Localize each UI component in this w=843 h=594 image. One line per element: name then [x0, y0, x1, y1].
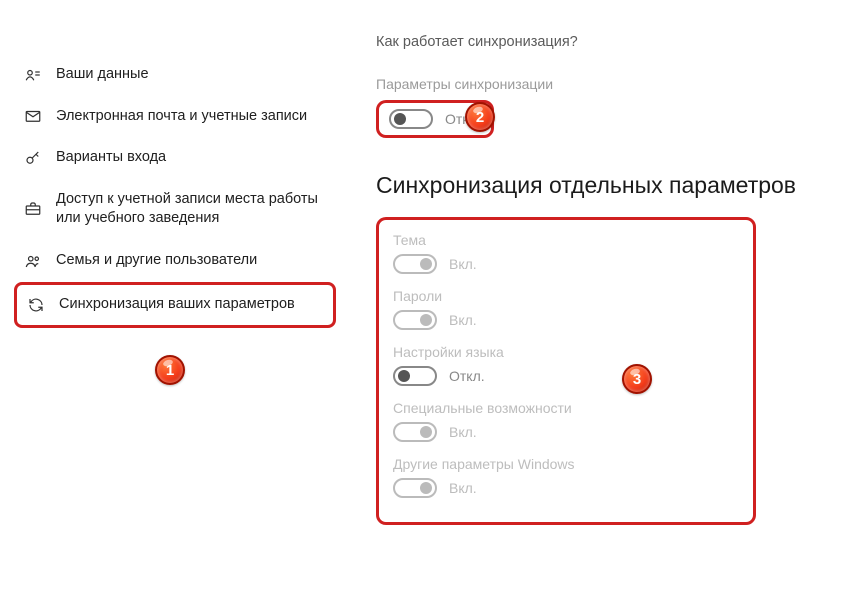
mail-icon — [24, 107, 42, 125]
sidebar-item-label: Семья и другие пользователи — [56, 251, 257, 271]
setting-label: Специальные возможности — [393, 400, 739, 416]
other-windows-state: Вкл. — [449, 480, 477, 496]
sync-icon — [27, 296, 45, 314]
setting-passwords: Пароли Вкл. — [393, 288, 739, 330]
other-windows-toggle[interactable] — [393, 478, 437, 498]
setting-label: Пароли — [393, 288, 739, 304]
how-sync-works-link[interactable]: Как работает синхронизация? — [376, 34, 813, 50]
passwords-state: Вкл. — [449, 312, 477, 328]
sidebar: Ваши данные Электронная почта и учетные … — [10, 14, 340, 580]
setting-ease-of-access: Специальные возможности Вкл. — [393, 400, 739, 442]
ease-of-access-toggle[interactable] — [393, 422, 437, 442]
sidebar-item-email-accounts[interactable]: Электронная почта и учетные записи — [10, 96, 340, 138]
settings-window: Ваши данные Электронная почта и учетные … — [0, 0, 843, 594]
language-state: Откл. — [449, 368, 485, 384]
sidebar-item-label: Варианты входа — [56, 148, 166, 168]
sidebar-item-label: Электронная почта и учетные записи — [56, 107, 307, 127]
individual-settings-highlight: Тема Вкл. Пароли Вкл. Настройки языка От… — [376, 217, 756, 525]
people-icon — [24, 252, 42, 270]
theme-state: Вкл. — [449, 256, 477, 272]
ease-of-access-state: Вкл. — [449, 424, 477, 440]
content-pane: Как работает синхронизация? Параметры си… — [340, 14, 833, 580]
sidebar-item-sync-settings[interactable]: Синхронизация ваших параметров — [14, 282, 336, 328]
individual-sync-heading: Синхронизация отдельных параметров — [376, 172, 813, 199]
setting-label: Тема — [393, 232, 739, 248]
setting-label: Другие параметры Windows — [393, 456, 739, 472]
sidebar-item-label: Доступ к учетной записи места работы или… — [56, 190, 326, 229]
sidebar-item-your-info[interactable]: Ваши данные — [10, 54, 340, 96]
sidebar-item-label: Ваши данные — [56, 65, 149, 85]
annotation-badge-2: 2 — [465, 102, 495, 132]
annotation-badge-3: 3 — [622, 364, 652, 394]
sidebar-item-label: Синхронизация ваших параметров — [59, 295, 295, 315]
sync-parameters-label: Параметры синхронизации — [376, 76, 813, 92]
sidebar-item-work-school[interactable]: Доступ к учетной записи места работы или… — [10, 179, 340, 240]
setting-other-windows: Другие параметры Windows Вкл. — [393, 456, 739, 498]
sidebar-item-signin-options[interactable]: Варианты входа — [10, 137, 340, 179]
sidebar-item-family-users[interactable]: Семья и другие пользователи — [10, 240, 340, 282]
theme-toggle[interactable] — [393, 254, 437, 274]
setting-label: Настройки языка — [393, 344, 739, 360]
annotation-badge-1: 1 — [155, 355, 185, 385]
briefcase-icon — [24, 200, 42, 218]
setting-language: Настройки языка Откл. — [393, 344, 739, 386]
person-card-icon — [24, 66, 42, 84]
key-icon — [24, 149, 42, 167]
passwords-toggle[interactable] — [393, 310, 437, 330]
language-toggle[interactable] — [393, 366, 437, 386]
master-sync-toggle[interactable] — [389, 109, 433, 129]
setting-theme: Тема Вкл. — [393, 232, 739, 274]
